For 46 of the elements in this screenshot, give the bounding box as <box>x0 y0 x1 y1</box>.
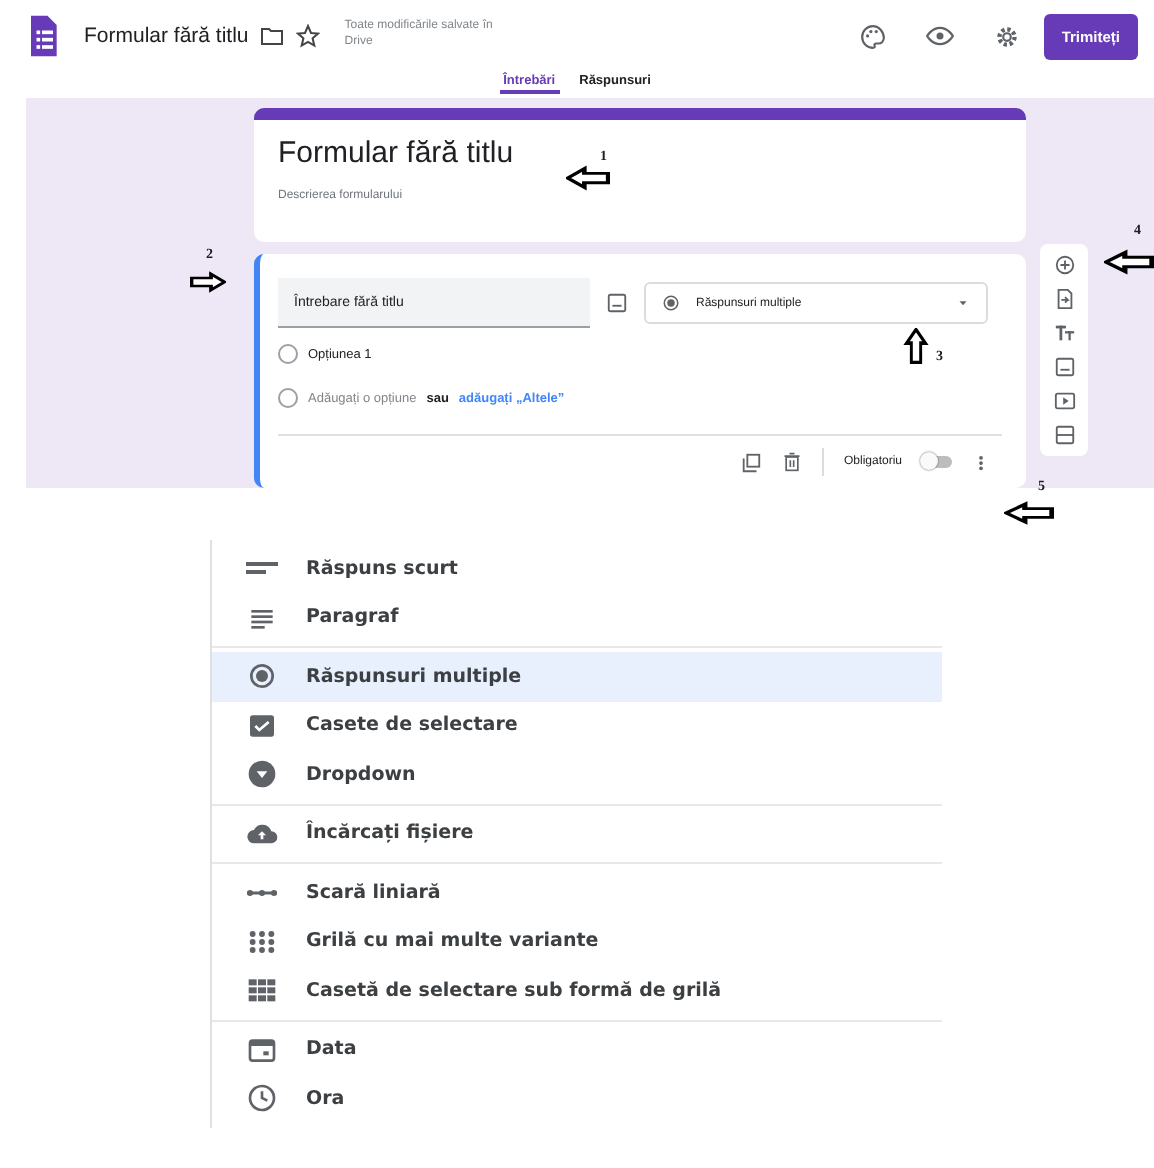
star-icon[interactable] <box>296 24 321 48</box>
menu-item[interactable]: Casetă de selectare sub formă de grilă <box>212 966 942 1015</box>
menu-item[interactable]: Grilă cu mai multe variante <box>212 917 942 966</box>
menu-item[interactable]: Răspunsuri multiple <box>212 652 942 701</box>
menu-item[interactable]: Dropdown <box>212 750 942 799</box>
video-icon[interactable] <box>1053 390 1075 412</box>
form-title[interactable]: Formular fără titlu <box>84 24 249 48</box>
checkbox-icon <box>246 709 278 742</box>
short-answer-icon <box>246 562 278 575</box>
palette-icon[interactable] <box>859 23 886 49</box>
linear-scale-icon <box>246 889 278 896</box>
arrow-icon <box>190 270 226 294</box>
radio-button-icon <box>662 294 680 313</box>
menu-item[interactable]: Data <box>212 1025 942 1074</box>
settings-icon[interactable] <box>993 23 1020 49</box>
dot-grid-icon <box>246 925 278 958</box>
menu-item[interactable]: Ora <box>212 1074 942 1123</box>
menu-item[interactable]: Răspuns scurt <box>212 544 942 593</box>
preview-eye-icon[interactable] <box>925 22 954 50</box>
arrow-icon <box>902 328 930 364</box>
arrow-icon <box>1004 500 1054 526</box>
folder-icon[interactable] <box>260 24 285 48</box>
menu-item[interactable]: Scară liniară <box>212 868 942 917</box>
import-icon[interactable] <box>1053 288 1075 310</box>
required-toggle[interactable] <box>922 456 952 468</box>
text-icon[interactable] <box>1053 322 1075 344</box>
menu-item[interactable]: Casete de selectare <box>212 701 942 750</box>
duplicate-icon[interactable] <box>739 451 762 473</box>
arrow-icon <box>566 164 610 192</box>
image-icon[interactable] <box>606 292 628 315</box>
square-grid-icon <box>246 974 278 1007</box>
arrow-icon <box>1104 248 1154 276</box>
radio-circle <box>278 388 298 409</box>
add-circle-icon[interactable] <box>1053 254 1075 276</box>
caret-icon <box>956 296 970 311</box>
menu-item[interactable]: Încărcați fișiere <box>212 809 942 858</box>
trash-icon[interactable] <box>781 452 802 472</box>
calendar-icon <box>246 1033 278 1066</box>
image-icon[interactable] <box>1053 356 1075 378</box>
section-icon[interactable] <box>1053 424 1075 446</box>
form-heading[interactable]: Formular fără titlu <box>278 136 514 170</box>
menu-item[interactable]: Paragraf <box>212 593 942 642</box>
radio-circle <box>278 344 298 365</box>
radio-button-icon <box>246 660 278 693</box>
clock-icon <box>246 1082 278 1115</box>
dropdown-icon <box>246 758 278 791</box>
